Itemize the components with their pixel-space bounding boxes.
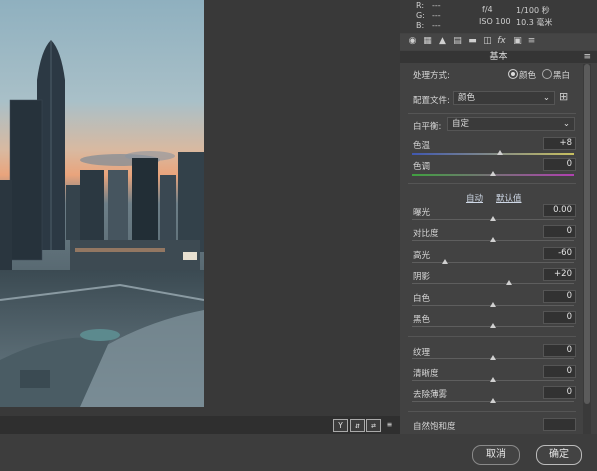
temperature-slider-thumb[interactable] (497, 150, 503, 155)
city-photo (0, 0, 204, 407)
ok-button[interactable]: 确定 (536, 445, 582, 465)
dehaze-label: 去除薄雾 (413, 390, 448, 400)
shadows-value[interactable]: +20 (543, 268, 576, 281)
clarity-slider-thumb[interactable] (490, 377, 496, 382)
panel-menu-icon[interactable]: ≡ (583, 51, 591, 63)
swap-button[interactable]: ⇄ (366, 419, 381, 432)
b-value: --- (432, 21, 441, 30)
presets-icon[interactable]: ≡ (526, 36, 537, 47)
exposure-label: 曝光 (413, 208, 431, 218)
image-preview-area[interactable] (0, 0, 400, 416)
hsl-icon[interactable]: ▤ (452, 36, 463, 47)
y-view-button[interactable]: Y (333, 419, 348, 432)
highlights-value[interactable]: -60 (543, 247, 576, 260)
dehaze-slider-thumb[interactable] (490, 398, 496, 403)
compare-button[interactable]: ⇵ (350, 419, 365, 432)
white-balance-label: 白平衡: (413, 122, 442, 132)
highlights-label: 高光 (413, 251, 431, 261)
divider (408, 336, 576, 337)
clarity-label: 清晰度 (413, 369, 439, 379)
panel-tabs: ◉ ▦ ▲ ▤ ▬ ◫ fx ▣ ≡ (400, 34, 597, 50)
chevron-down-icon: ⌄ (562, 119, 570, 129)
bw-radio-label: 黑白 (553, 71, 571, 81)
exposure-slider-thumb[interactable] (490, 216, 496, 221)
divider (408, 183, 576, 184)
cancel-button[interactable]: 取消 (472, 445, 520, 465)
b-label: B: (416, 21, 425, 30)
vibrance-label: 自然饱和度 (413, 422, 456, 432)
whites-slider-thumb[interactable] (490, 302, 496, 307)
texture-slider-thumb[interactable] (490, 355, 496, 360)
profile-label: 配置文件: (413, 96, 450, 106)
fx-icon[interactable]: fx (496, 36, 507, 47)
whites-value[interactable]: 0 (543, 290, 576, 303)
panel-scrollbar[interactable] (583, 64, 591, 434)
contrast-value[interactable]: 0 (543, 225, 576, 238)
color-radio-label: 颜色 (519, 71, 537, 81)
shadows-label: 阴影 (413, 272, 431, 282)
r-label: R: (416, 1, 425, 10)
white-balance-dropdown[interactable]: 自定 ⌄ (447, 117, 575, 131)
panel-title-text: 基本 (489, 52, 508, 62)
auto-link[interactable]: 自动 (466, 192, 483, 204)
divider (408, 113, 576, 114)
adjustment-panel: R: --- G: --- B: --- f/4 1/100 秒 ISO 100… (400, 0, 597, 434)
detail-icon[interactable]: ▲ (437, 36, 448, 47)
basic-icon[interactable]: ◉ (407, 36, 418, 47)
bw-radio[interactable] (542, 69, 552, 79)
aperture: f/4 (482, 5, 493, 14)
image-info: R: --- G: --- B: --- f/4 1/100 秒 ISO 100… (400, 0, 597, 33)
treatment-label: 处理方式: (413, 71, 450, 81)
temperature-label: 色温 (413, 141, 431, 151)
shadows-track[interactable] (412, 283, 574, 284)
settings-icon[interactable]: ≡ (383, 419, 396, 430)
iso: ISO 100 (479, 17, 511, 26)
tint-value[interactable]: 0 (543, 158, 576, 171)
profile-value: 颜色 (458, 93, 476, 103)
preview-toolbar: Y ⇵ ⇄ ≡ (0, 416, 400, 434)
profile-browser-icon[interactable]: ⊞ (559, 90, 568, 103)
split-toning-icon[interactable]: ▬ (467, 36, 478, 47)
texture-value[interactable]: 0 (543, 344, 576, 357)
white-balance-value: 自定 (452, 119, 470, 129)
focal-length: 10.3 毫米 (516, 18, 553, 27)
highlights-slider-thumb[interactable] (442, 259, 448, 264)
divider (408, 411, 576, 412)
contrast-slider-thumb[interactable] (490, 237, 496, 242)
lens-icon[interactable]: ◫ (482, 36, 493, 47)
scrollbar-thumb[interactable] (584, 64, 590, 404)
chevron-down-icon: ⌄ (542, 93, 550, 103)
blacks-value[interactable]: 0 (543, 311, 576, 324)
g-value: --- (432, 11, 441, 20)
blacks-label: 黑色 (413, 315, 431, 325)
clarity-value[interactable]: 0 (543, 365, 576, 378)
exposure-value[interactable]: 0.00 (543, 204, 576, 217)
whites-label: 白色 (413, 294, 431, 304)
color-radio[interactable] (508, 69, 518, 79)
highlights-track[interactable] (412, 262, 574, 263)
tint-label: 色调 (413, 162, 431, 172)
profile-dropdown[interactable]: 颜色 ⌄ (453, 91, 555, 105)
blacks-slider-thumb[interactable] (490, 323, 496, 328)
shutter: 1/100 秒 (516, 6, 550, 15)
camera-calibration-icon[interactable]: ▣ (512, 36, 523, 47)
vibrance-value[interactable] (543, 418, 576, 431)
tint-slider-thumb[interactable] (490, 171, 496, 176)
dehaze-value[interactable]: 0 (543, 386, 576, 399)
temperature-track[interactable] (412, 153, 574, 155)
default-link[interactable]: 默认值 (496, 192, 522, 204)
temperature-value[interactable]: +8 (543, 137, 576, 150)
r-value: --- (432, 1, 441, 10)
panel-title: 基本 ≡ (400, 51, 597, 63)
shadows-slider-thumb[interactable] (506, 280, 512, 285)
texture-label: 纹理 (413, 348, 431, 358)
g-label: G: (416, 11, 425, 20)
tone-curve-icon[interactable]: ▦ (422, 36, 433, 47)
contrast-label: 对比度 (413, 229, 439, 239)
